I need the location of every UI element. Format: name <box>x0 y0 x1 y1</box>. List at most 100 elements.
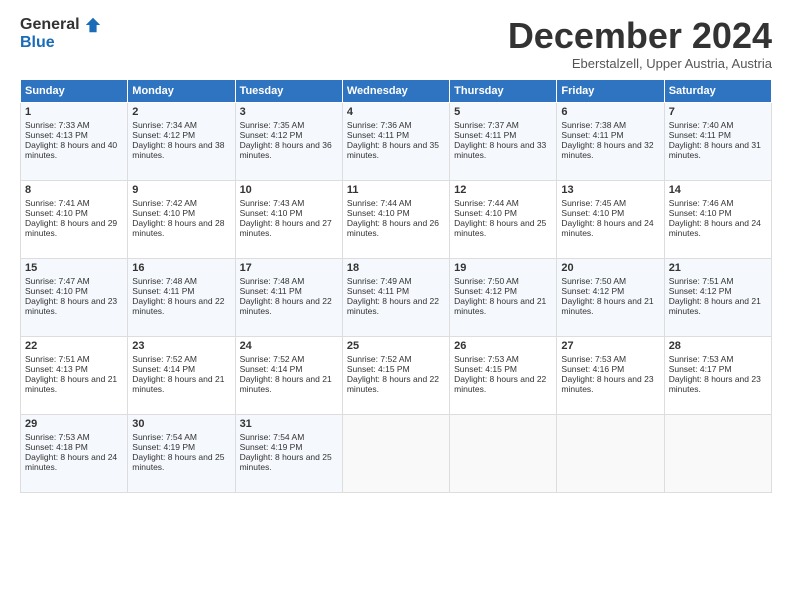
calendar-cell: 29Sunrise: 7:53 AMSunset: 4:18 PMDayligh… <box>21 414 128 492</box>
month-title: December 2024 <box>508 16 772 56</box>
calendar-cell: 21Sunrise: 7:51 AMSunset: 4:12 PMDayligh… <box>664 258 771 336</box>
sunset-label: Sunset: 4:11 PM <box>669 130 731 140</box>
day-header-saturday: Saturday <box>664 79 771 102</box>
day-number: 10 <box>240 184 338 196</box>
calendar-cell: 17Sunrise: 7:48 AMSunset: 4:11 PMDayligh… <box>235 258 342 336</box>
sunrise-label: Sunrise: 7:51 AM <box>669 276 734 286</box>
header: General Blue December 2024 Eberstalzell,… <box>20 16 772 71</box>
day-number: 27 <box>561 340 659 352</box>
sunset-label: Sunset: 4:14 PM <box>240 364 303 374</box>
sunrise-label: Sunrise: 7:48 AM <box>132 276 197 286</box>
daylight-label: Daylight: 8 hours and 25 minutes. <box>132 452 224 472</box>
sunrise-label: Sunrise: 7:33 AM <box>25 120 90 130</box>
sunrise-label: Sunrise: 7:49 AM <box>347 276 412 286</box>
day-number: 18 <box>347 262 445 274</box>
day-number: 17 <box>240 262 338 274</box>
sunset-label: Sunset: 4:11 PM <box>347 286 409 296</box>
daylight-label: Daylight: 8 hours and 24 minutes. <box>669 218 761 238</box>
sunset-label: Sunset: 4:10 PM <box>454 208 517 218</box>
daylight-label: Daylight: 8 hours and 29 minutes. <box>25 218 117 238</box>
calendar-body: 1Sunrise: 7:33 AMSunset: 4:13 PMDaylight… <box>21 102 772 492</box>
logo-blue-text: Blue <box>20 34 55 52</box>
daylight-label: Daylight: 8 hours and 22 minutes. <box>347 296 439 316</box>
calendar-cell: 7Sunrise: 7:40 AMSunset: 4:11 PMDaylight… <box>664 102 771 180</box>
calendar-header-row: SundayMondayTuesdayWednesdayThursdayFrid… <box>21 79 772 102</box>
sunrise-label: Sunrise: 7:45 AM <box>561 198 626 208</box>
sunrise-label: Sunrise: 7:52 AM <box>240 354 305 364</box>
day-number: 22 <box>25 340 123 352</box>
calendar-cell: 15Sunrise: 7:47 AMSunset: 4:10 PMDayligh… <box>21 258 128 336</box>
day-number: 30 <box>132 418 230 430</box>
calendar-cell: 27 Sunrise: 7:53 AMSunset: 4:16 PMDayligh… <box>557 336 664 414</box>
sunrise-label: Sunrise: 7:36 AM <box>347 120 412 130</box>
calendar-week-1: 1 Sunrise: 7:33 AMSunset: 4:13 PM Daylight… <box>21 102 772 180</box>
daylight-label: Daylight: 8 hours and 22 minutes. <box>240 296 332 316</box>
daylight-label: Daylight: 8 hours and 23 minutes. <box>561 374 653 394</box>
day-number: 13 <box>561 184 659 196</box>
day-header-thursday: Thursday <box>450 79 557 102</box>
daylight-label: Daylight: 8 hours and 24 minutes. <box>25 452 117 472</box>
calendar-cell: 2Sunrise: 7:34 AMSunset: 4:12 PMDaylight… <box>128 102 235 180</box>
sunrise-label: Sunrise: 7:53 AM <box>669 354 734 364</box>
day-number: 16 <box>132 262 230 274</box>
sunset-label: Sunset: 4:12 PM <box>240 130 303 140</box>
sunset-label: Sunset: 4:12 PM <box>561 286 624 296</box>
sunset-label: Sunset: 4:10 PM <box>561 208 624 218</box>
day-number: 15 <box>25 262 123 274</box>
calendar-cell: 13Sunrise: 7:45 AMSunset: 4:10 PMDayligh… <box>557 180 664 258</box>
calendar-table: SundayMondayTuesdayWednesdayThursdayFrid… <box>20 79 772 493</box>
sunset-label: Sunset: 4:18 PM <box>25 442 88 452</box>
sunset-label: Sunset: 4:11 PM <box>347 130 409 140</box>
daylight-label: Daylight: 8 hours and 38 minutes. <box>132 140 224 160</box>
day-number: 23 <box>132 340 230 352</box>
calendar-week-2: 8Sunrise: 7:41 AMSunset: 4:10 PMDaylight… <box>21 180 772 258</box>
calendar-cell <box>557 414 664 492</box>
daylight-label: Daylight: 8 hours and 23 minutes. <box>25 296 117 316</box>
calendar-cell: 8Sunrise: 7:41 AMSunset: 4:10 PMDaylight… <box>21 180 128 258</box>
day-number: 12 <box>454 184 552 196</box>
daylight-label: Daylight: 8 hours and 21 minutes. <box>454 296 546 316</box>
sunset-label: Sunset: 4:12 PM <box>454 286 517 296</box>
calendar-cell: 16Sunrise: 7:48 AMSunset: 4:11 PMDayligh… <box>128 258 235 336</box>
calendar-cell: 14Sunrise: 7:46 AMSunset: 4:10 PMDayligh… <box>664 180 771 258</box>
day-number: 8 <box>25 184 123 196</box>
daylight-label: Daylight: 8 hours and 25 minutes. <box>240 452 332 472</box>
location-subtitle: Eberstalzell, Upper Austria, Austria <box>508 56 772 71</box>
day-number: 1 <box>25 106 123 118</box>
sunset-label: Sunset: 4:15 PM <box>454 364 517 374</box>
sunset-label: Sunset: 4:11 PM <box>132 286 194 296</box>
logo-icon <box>84 16 102 34</box>
sunset-label: Sunset: 4:15 PM <box>347 364 410 374</box>
calendar-cell: 28Sunrise: 7:53 AMSunset: 4:17 PMDayligh… <box>664 336 771 414</box>
daylight-label: Daylight: 8 hours and 28 minutes. <box>132 218 224 238</box>
day-number: 2 <box>132 106 230 118</box>
day-header-tuesday: Tuesday <box>235 79 342 102</box>
sunrise-label: Sunrise: 7:41 AM <box>25 198 90 208</box>
sunset-label: Sunset: 4:10 PM <box>132 208 195 218</box>
day-header-monday: Monday <box>128 79 235 102</box>
sunrise-label: Sunrise: 7:52 AM <box>132 354 197 364</box>
calendar-cell: 18 Sunrise: 7:49 AMSunset: 4:11 PMDayligh… <box>342 258 449 336</box>
sunset-label: Sunset: 4:16 PM <box>561 364 624 374</box>
sunset-label: Sunset: 4:10 PM <box>25 286 88 296</box>
calendar-page: General Blue December 2024 Eberstalzell,… <box>0 0 792 612</box>
daylight-label: Daylight: 8 hours and 26 minutes. <box>347 218 439 238</box>
calendar-cell: 5Sunrise: 7:37 AMSunset: 4:11 PMDaylight… <box>450 102 557 180</box>
daylight-label: Daylight: 8 hours and 23 minutes. <box>669 374 761 394</box>
calendar-cell: 11Sunrise: 7:44 AMSunset: 4:10 PMDayligh… <box>342 180 449 258</box>
daylight-label: Daylight: 8 hours and 22 minutes. <box>454 374 546 394</box>
sunset-label: Sunset: 4:13 PM <box>25 364 88 374</box>
sunrise-label: Sunrise: 7:53 AM <box>561 354 626 364</box>
sunrise-label: Sunrise: 7:38 AM <box>561 120 626 130</box>
calendar-cell <box>664 414 771 492</box>
day-number: 29 <box>25 418 123 430</box>
sunset-label: Sunset: 4:13 PM <box>25 130 88 140</box>
calendar-cell: 4Sunrise: 7:36 AMSunset: 4:11 PMDaylight… <box>342 102 449 180</box>
day-number: 7 <box>669 106 767 118</box>
daylight-label: Daylight: 8 hours and 21 minutes. <box>669 296 761 316</box>
daylight-label: Daylight: 8 hours and 22 minutes. <box>347 374 439 394</box>
calendar-cell: 31Sunrise: 7:54 AMSunset: 4:19 PMDayligh… <box>235 414 342 492</box>
calendar-cell: 24Sunrise: 7:52 AMSunset: 4:14 PMDayligh… <box>235 336 342 414</box>
day-number: 6 <box>561 106 659 118</box>
day-header-sunday: Sunday <box>21 79 128 102</box>
